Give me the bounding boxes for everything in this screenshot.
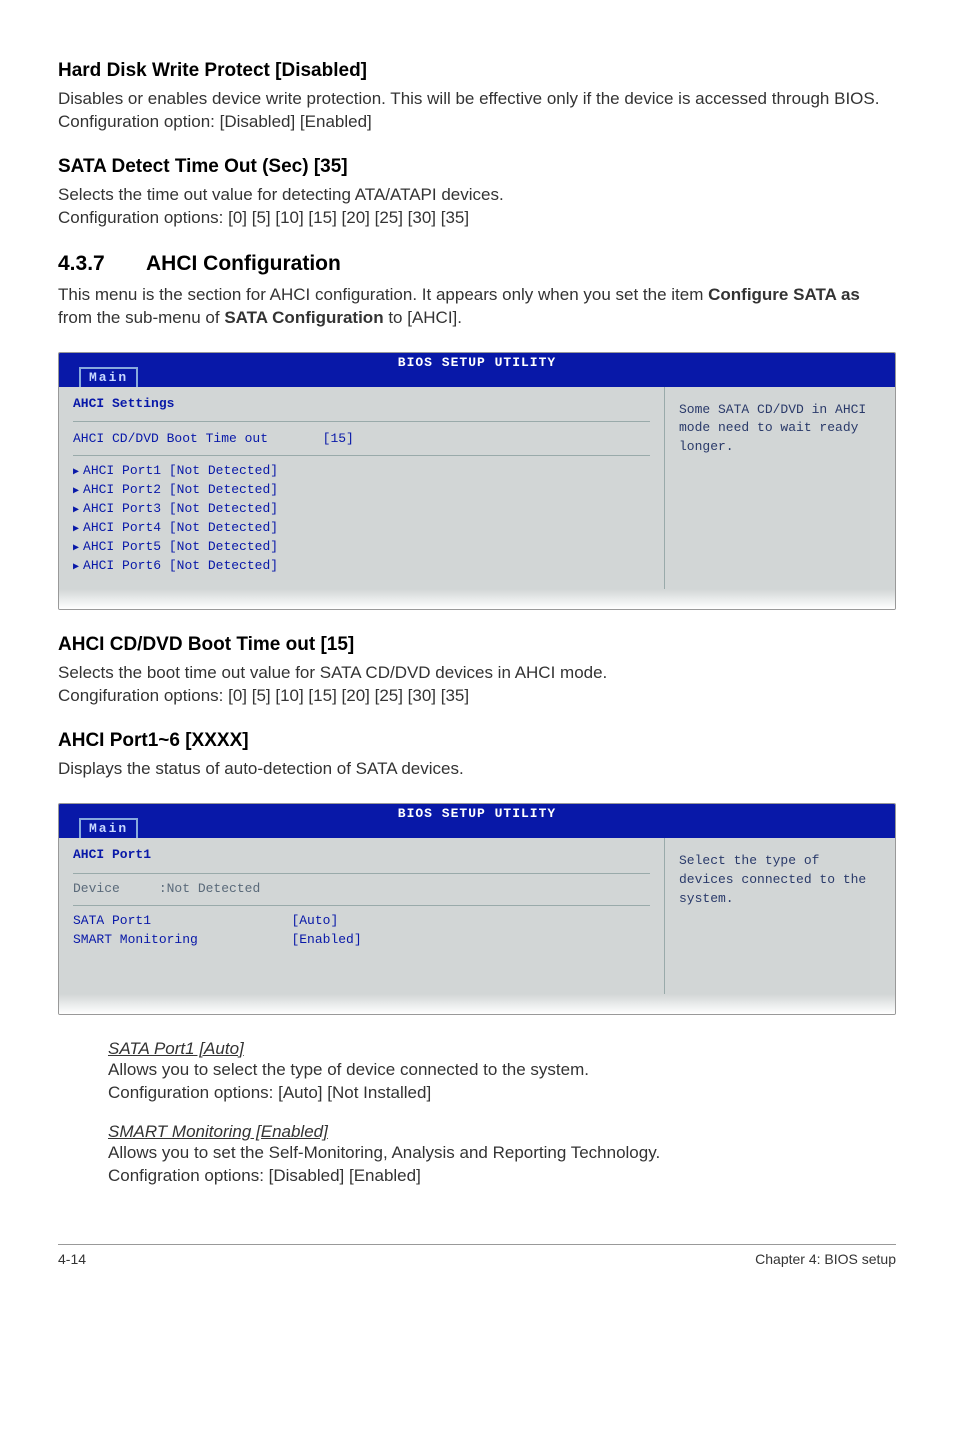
bios-label: SATA Port1 [73, 913, 151, 928]
bios-tab-main[interactable]: Main [79, 367, 138, 387]
bios-row-port1[interactable]: AHCI Port1 [Not Detected] [73, 462, 650, 481]
bios-label: SMART Monitoring [73, 932, 198, 947]
bios-row-port2[interactable]: AHCI Port2 [Not Detected] [73, 481, 650, 500]
bios-tab-main[interactable]: Main [79, 818, 138, 838]
bios-value: [15] [323, 431, 354, 446]
bios-titlebar: BIOS SETUP UTILITY Main [59, 353, 895, 387]
bios-section-title: AHCI Settings [73, 395, 650, 414]
chapter-label: Chapter 4: BIOS setup [755, 1251, 896, 1267]
para-ahci-port: Displays the status of auto-detection of… [58, 758, 896, 781]
text-fragment: This menu is the section for AHCI config… [58, 285, 708, 304]
bios-value: :Not Detected [159, 881, 260, 896]
bios-title: BIOS SETUP UTILITY [398, 806, 556, 821]
heading-ahci-boot: AHCI CD/DVD Boot Time out [15] [58, 634, 896, 656]
bios-left-pane: AHCI Settings AHCI CD/DVD Boot Time out … [59, 387, 665, 590]
bios-row-sata-port[interactable]: SATA Port1 [Auto] [73, 912, 650, 931]
para-sata-detect: Selects the time out value for detecting… [58, 184, 896, 230]
text-bold: SATA Configuration [224, 308, 383, 327]
para-ahci-intro: This menu is the section for AHCI config… [58, 284, 896, 330]
text-fragment: to [AHCI]. [384, 308, 462, 327]
text-bold: Configure SATA as [708, 285, 860, 304]
bios-help-text: Select the type of devices connected to … [679, 852, 881, 909]
bios-title: BIOS SETUP UTILITY [398, 355, 556, 370]
option-heading: SATA Port1 [Auto] [108, 1039, 896, 1059]
text-line: Configuration options: [0] [5] [10] [15]… [58, 208, 469, 227]
heading-sata-detect: SATA Detect Time Out (Sec) [35] [58, 156, 896, 178]
para-hdwp: Disables or enables device write protect… [58, 88, 896, 134]
text-line: Selects the boot time out value for SATA… [58, 663, 607, 682]
bios-left-pane: AHCI Port1 Device :Not Detected SATA Por… [59, 838, 665, 993]
bios-help-text: Some SATA CD/DVD in AHCI mode need to wa… [679, 401, 881, 458]
page-number: 4-14 [58, 1251, 86, 1267]
bios-help-pane: Some SATA CD/DVD in AHCI mode need to wa… [665, 387, 895, 590]
page-footer: 4-14 Chapter 4: BIOS setup [58, 1244, 896, 1267]
bios-help-pane: Select the type of devices connected to … [665, 838, 895, 993]
bios-row-port6[interactable]: AHCI Port6 [Not Detected] [73, 557, 650, 576]
text-line: Configration options: [Disabled] [Enable… [108, 1165, 896, 1188]
heading-ahci-port: AHCI Port1~6 [XXXX] [58, 730, 896, 752]
section-title: AHCI Configuration [146, 252, 341, 275]
bios-row-boot-time[interactable]: AHCI CD/DVD Boot Time out [15] [73, 430, 650, 449]
bios-panel-ahci-settings: BIOS SETUP UTILITY Main AHCI Settings AH… [58, 352, 896, 611]
text-line: Configuration options: [Auto] [Not Insta… [108, 1082, 896, 1105]
option-heading: SMART Monitoring [Enabled] [108, 1122, 896, 1142]
option-desc-sata-port1: SATA Port1 [Auto] Allows you to select t… [108, 1039, 896, 1105]
para-ahci-boot: Selects the boot time out value for SATA… [58, 662, 896, 708]
bios-label: Device [73, 881, 120, 896]
bios-label: AHCI CD/DVD Boot Time out [73, 431, 268, 446]
bios-row-device: Device :Not Detected [73, 880, 650, 899]
text-line: Allows you to set the Self-Monitoring, A… [108, 1142, 896, 1165]
heading-hdwp: Hard Disk Write Protect [Disabled] [58, 60, 896, 82]
text-line: Allows you to select the type of device … [108, 1059, 896, 1082]
text-line: Congifuration options: [0] [5] [10] [15]… [58, 686, 469, 705]
bios-value: [Enabled] [291, 932, 361, 947]
option-desc-smart: SMART Monitoring [Enabled] Allows you to… [108, 1122, 896, 1188]
bios-row-port4[interactable]: AHCI Port4 [Not Detected] [73, 519, 650, 538]
section-number: 4.3.7 [58, 252, 146, 276]
bios-value: [Auto] [291, 913, 338, 928]
bios-titlebar: BIOS SETUP UTILITY Main [59, 804, 895, 838]
text-line: Selects the time out value for detecting… [58, 185, 504, 204]
text-fragment: from the sub-menu of [58, 308, 224, 327]
bios-row-port5[interactable]: AHCI Port5 [Not Detected] [73, 538, 650, 557]
heading-ahci-config: 4.3.7AHCI Configuration [58, 252, 896, 276]
bios-panel-ahci-port1: BIOS SETUP UTILITY Main AHCI Port1 Devic… [58, 803, 896, 1014]
bios-row-port3[interactable]: AHCI Port3 [Not Detected] [73, 500, 650, 519]
bios-row-smart[interactable]: SMART Monitoring [Enabled] [73, 931, 650, 950]
bios-section-title: AHCI Port1 [73, 846, 650, 865]
